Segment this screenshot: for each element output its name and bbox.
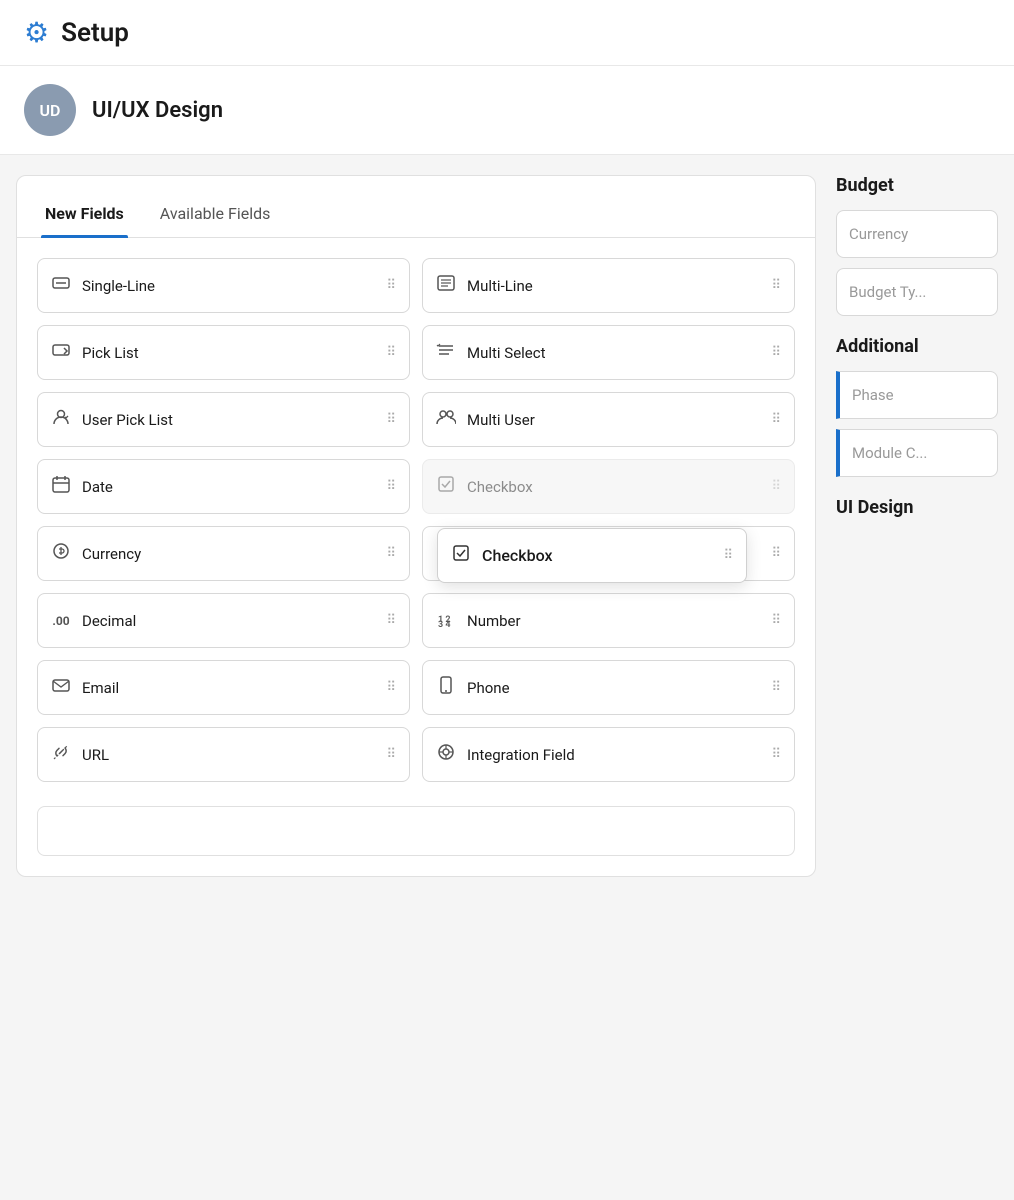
budget-section: Budget Currency Budget Ty...	[836, 175, 998, 316]
currency-label: Currency	[82, 545, 376, 563]
gear-icon: ⚙	[24, 16, 49, 49]
checkbox-popup-icon	[450, 543, 472, 568]
decimal-drag: ⠿	[386, 613, 397, 628]
field-phone[interactable]: Phone ⠿	[422, 660, 795, 715]
checkbox-popup[interactable]: Checkbox ⠿	[437, 528, 747, 583]
date-icon	[50, 474, 72, 499]
checkbox-popup-drag: ⠿	[723, 548, 734, 563]
integration-drag: ⠿	[771, 747, 782, 762]
svg-text:3 4: 3 4	[438, 620, 451, 628]
number-icon: 1 23 4	[435, 608, 457, 633]
field-multi-line[interactable]: Multi-Line ⠿	[422, 258, 795, 313]
tab-new-fields[interactable]: New Fields	[41, 196, 128, 237]
pick-list-icon	[50, 340, 72, 365]
multi-select-icon	[435, 340, 457, 365]
integration-icon	[435, 742, 457, 767]
multi-select-drag: ⠿	[771, 345, 782, 360]
user-pick-list-drag: ⠿	[386, 412, 397, 427]
phase-field[interactable]: Phase	[836, 371, 998, 419]
fields-grid: Single-Line ⠿ Multi-Line ⠿ Pick List ⠿	[17, 238, 815, 806]
multi-line-drag: ⠿	[771, 278, 782, 293]
field-checkbox-bg[interactable]: Checkbox ⠿	[422, 459, 795, 514]
integration-field-label: Integration Field	[467, 746, 761, 764]
single-line-drag: ⠿	[386, 278, 397, 293]
project-name: UI/UX Design	[92, 98, 223, 123]
url-icon	[50, 742, 72, 767]
tabs-container: New Fields Available Fields	[17, 176, 815, 238]
pick-list-drag: ⠿	[386, 345, 397, 360]
project-row: UD UI/UX Design	[0, 66, 1014, 155]
date-label: Date	[82, 478, 376, 496]
checkbox-popup-label: Checkbox	[482, 546, 713, 565]
email-icon	[50, 675, 72, 700]
checkbox-bg-icon	[435, 474, 457, 499]
page-title: Setup	[61, 18, 129, 48]
checkbox-bg-label: Checkbox	[467, 478, 761, 496]
field-currency[interactable]: Currency ⠿	[37, 526, 410, 581]
field-user-pick-list[interactable]: User Pick List ⠿	[37, 392, 410, 447]
additional-section: Additional Phase Module C...	[836, 336, 998, 477]
field-date[interactable]: Date ⠿	[37, 459, 410, 514]
module-c-field[interactable]: Module C...	[836, 429, 998, 477]
multi-user-label: Multi User	[467, 411, 761, 429]
multi-select-label: Multi Select	[467, 344, 761, 362]
additional-title: Additional	[836, 336, 998, 357]
field-email[interactable]: Email ⠿	[37, 660, 410, 715]
tab-available-fields[interactable]: Available Fields	[156, 196, 275, 237]
currency-drag: ⠿	[386, 546, 397, 561]
budget-title: Budget	[836, 175, 998, 196]
url-drag: ⠿	[386, 747, 397, 762]
field-multi-user[interactable]: Multi User ⠿	[422, 392, 795, 447]
pick-list-label: Pick List	[82, 344, 376, 362]
email-label: Email	[82, 679, 376, 697]
right-panel: Budget Currency Budget Ty... Additional …	[816, 175, 998, 538]
field-url[interactable]: URL ⠿	[37, 727, 410, 782]
multi-line-label: Multi-Line	[467, 277, 761, 295]
header: ⚙ Setup	[0, 0, 1014, 66]
single-line-icon	[50, 273, 72, 298]
percentage-drag: ⠿	[771, 546, 782, 561]
field-number[interactable]: 1 23 4 Number ⠿	[422, 593, 795, 648]
multi-user-icon	[435, 407, 457, 432]
field-decimal[interactable]: .00 Decimal ⠿	[37, 593, 410, 648]
url-label: URL	[82, 746, 376, 764]
field-multi-select[interactable]: Multi Select ⠿	[422, 325, 795, 380]
budget-currency-field[interactable]: Currency	[836, 210, 998, 258]
field-integration[interactable]: Integration Field ⠿	[422, 727, 795, 782]
field-single-line[interactable]: Single-Line ⠿	[37, 258, 410, 313]
decimal-icon: .00	[50, 614, 72, 628]
phone-drag: ⠿	[771, 680, 782, 695]
number-label: Number	[467, 612, 761, 630]
multi-user-drag: ⠿	[771, 412, 782, 427]
ui-design-section: UI Design	[836, 497, 998, 518]
single-line-label: Single-Line	[82, 277, 376, 295]
multi-line-icon	[435, 273, 457, 298]
main-layout: New Fields Available Fields Single-Line …	[0, 155, 1014, 897]
email-drag: ⠿	[386, 680, 397, 695]
budget-type-field[interactable]: Budget Ty...	[836, 268, 998, 316]
avatar: UD	[24, 84, 76, 136]
bottom-hint-panel	[37, 806, 795, 856]
currency-icon	[50, 541, 72, 566]
field-pick-list[interactable]: Pick List ⠿	[37, 325, 410, 380]
decimal-label: Decimal	[82, 612, 376, 630]
number-drag: ⠿	[771, 613, 782, 628]
phone-label: Phone	[467, 679, 761, 697]
user-pick-list-label: User Pick List	[82, 411, 376, 429]
left-panel: New Fields Available Fields Single-Line …	[16, 175, 816, 877]
user-pick-list-icon	[50, 407, 72, 432]
ui-design-title: UI Design	[836, 497, 998, 518]
phone-icon	[435, 675, 457, 700]
checkbox-bg-drag: ⠿	[771, 479, 782, 494]
date-drag: ⠿	[386, 479, 397, 494]
